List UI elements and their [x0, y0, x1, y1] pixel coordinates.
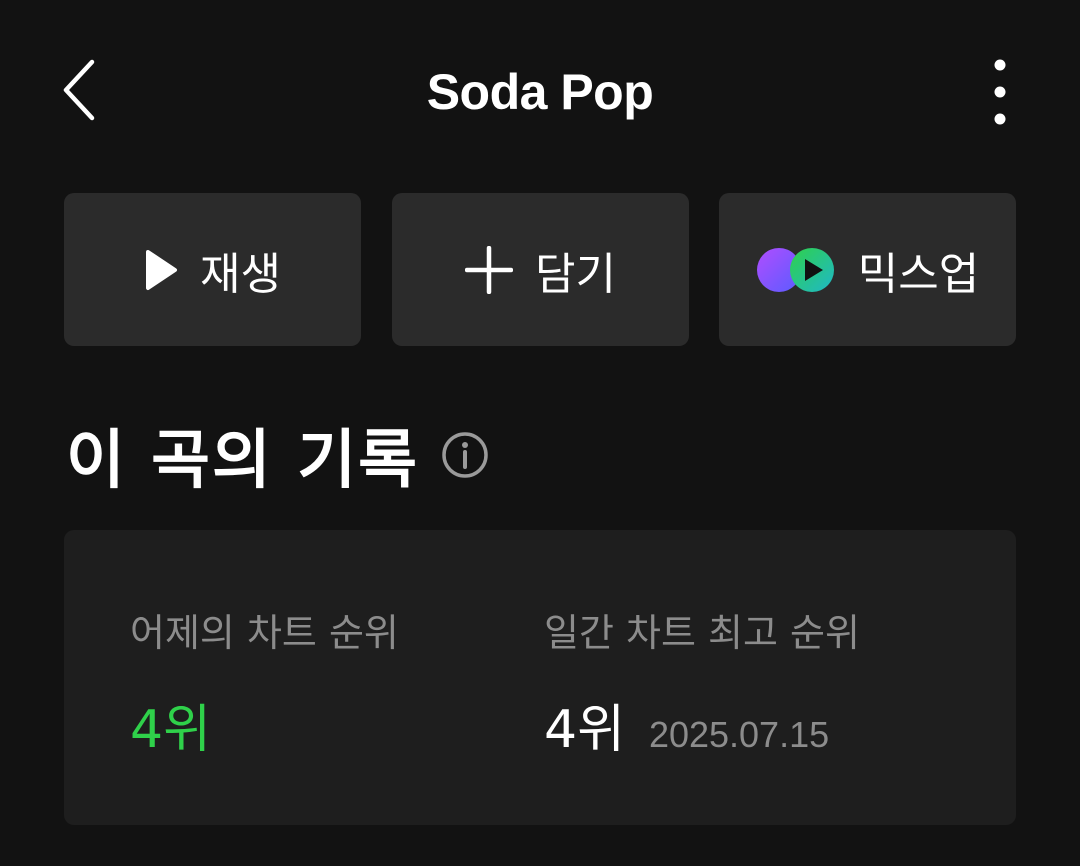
play-icon — [144, 249, 178, 291]
add-label: 담기 — [535, 248, 616, 300]
top-bar: Soda Pop — [0, 40, 1080, 144]
mixup-button[interactable]: 믹스업 — [719, 193, 1016, 346]
section-header: 이 곡의 기록 — [66, 410, 489, 500]
more-vertical-icon — [994, 59, 1006, 125]
action-buttons: 재생 담기 믹스업 — [64, 193, 1016, 346]
yesterday-rank-row: 4위 — [130, 687, 399, 762]
play-button[interactable]: 재생 — [64, 193, 361, 346]
yesterday-rank-stat: 어제의 차트 순위 4위 — [130, 602, 399, 762]
section-title: 이 곡의 기록 — [66, 424, 419, 498]
chart-record-card: 어제의 차트 순위 4위 일간 차트 최고 순위 4위 2025.07.15 — [64, 530, 1016, 825]
yesterday-rank-value: 4위 — [130, 700, 211, 760]
plus-icon — [465, 245, 514, 294]
more-options-button[interactable] — [970, 54, 1030, 130]
play-label: 재생 — [200, 248, 281, 300]
yesterday-rank-label: 어제의 차트 순위 — [130, 611, 399, 655]
mixup-logo-icon — [756, 246, 836, 294]
best-rank-date: 2025.07.15 — [648, 714, 830, 755]
best-rank-stat: 일간 차트 최고 순위 4위 2025.07.15 — [544, 602, 860, 762]
best-rank-value: 4위 — [544, 700, 625, 760]
add-to-playlist-button[interactable]: 담기 — [392, 193, 689, 346]
mixup-label: 믹스업 — [857, 248, 980, 300]
best-rank-row: 4위 2025.07.15 — [544, 687, 860, 762]
best-rank-label: 일간 차트 최고 순위 — [544, 611, 860, 655]
page-title: Soda Pop — [426, 64, 654, 120]
info-icon[interactable] — [441, 431, 489, 479]
